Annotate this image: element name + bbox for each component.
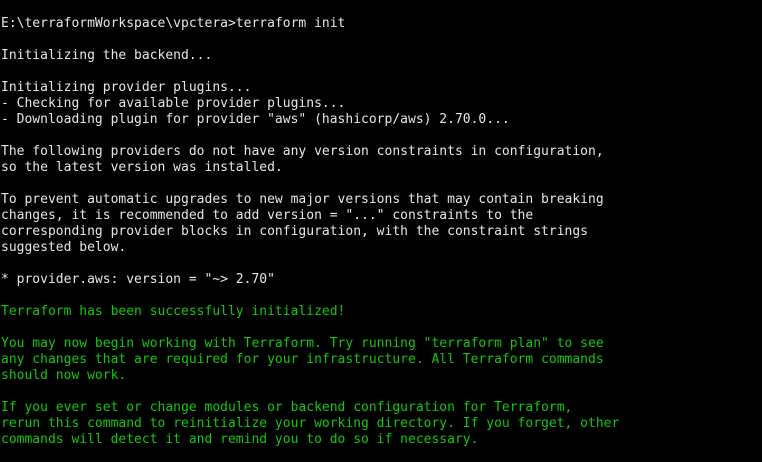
console-line: suggested below. — [1, 240, 127, 255]
console-line: Initializing provider plugins... — [1, 80, 252, 95]
console-line: changes, it is recommended to add versio… — [1, 208, 534, 223]
console-line: The following providers do not have any … — [1, 144, 604, 159]
console-line: To prevent automatic upgrades to new maj… — [1, 192, 604, 207]
console-line: corresponding provider blocks in configu… — [1, 224, 588, 239]
console-line: so the latest version was installed. — [1, 160, 283, 175]
console-line: Initializing the backend... — [1, 48, 213, 63]
console-line: rerun this command to reinitialize your … — [1, 416, 620, 431]
terminal-console[interactable]: E:\terraformWorkspace\vpctera>terraform … — [0, 0, 762, 462]
console-line: should now work. — [1, 368, 127, 383]
console-line: - Checking for available provider plugin… — [1, 96, 346, 111]
console-line: any changes that are required for your i… — [1, 352, 604, 367]
command-prompt-line: E:\terraformWorkspace\vpctera>terraform … — [1, 16, 346, 31]
console-line: - Downloading plugin for provider "aws" … — [1, 112, 510, 127]
console-line: commands will detect it and remind you t… — [1, 432, 479, 447]
console-line: * provider.aws: version = "~> 2.70" — [1, 272, 275, 287]
console-line: If you ever set or change modules or bac… — [1, 400, 573, 415]
success-message-line: Terraform has been successfully initiali… — [1, 304, 346, 319]
console-line: You may now begin working with Terraform… — [1, 336, 604, 351]
